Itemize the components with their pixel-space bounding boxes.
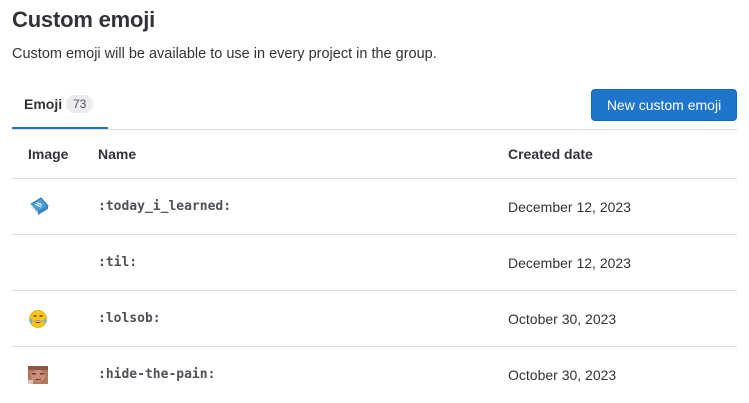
tab-emoji-label: Emoji <box>24 96 63 112</box>
new-custom-emoji-button[interactable]: New custom emoji <box>591 89 737 121</box>
table-row: :today_i_learned: December 12, 2023 <box>12 179 737 235</box>
emoji-table: Image Name Created date :today_i_learned… <box>12 130 737 402</box>
tab-emoji-count-badge: 73 <box>66 95 94 113</box>
table-row: :til: December 12, 2023 <box>12 235 737 291</box>
created-date: December 12, 2023 <box>508 198 631 215</box>
created-date: October 30, 2023 <box>508 366 617 383</box>
header-name: Name <box>98 146 137 162</box>
table-header-row: Image Name Created date <box>12 130 737 179</box>
emoji-name: :today_i_learned: <box>98 199 232 214</box>
page-title: Custom emoji <box>12 7 156 32</box>
face-photo-icon <box>28 365 48 384</box>
created-date: October 30, 2023 <box>508 310 617 327</box>
table-row: :lolsob: October 30, 2023 <box>12 291 737 347</box>
empty-image-cell <box>28 235 98 290</box>
created-date: December 12, 2023 <box>508 254 631 271</box>
emoji-name: :til: <box>98 255 138 270</box>
emoji-name: :hide-the-pain: <box>98 367 216 382</box>
header-created-date: Created date <box>508 146 593 162</box>
tab-emoji[interactable]: Emoji 73 <box>12 84 108 129</box>
header-image: Image <box>28 146 69 162</box>
table-row: :hide-the-pain: October 30, 2023 <box>12 347 737 402</box>
blue-book-icon <box>28 196 50 218</box>
custom-emoji-page: Custom emoji Custom emoji will be availa… <box>0 0 749 403</box>
page-description: Custom emoji will be available to use in… <box>12 46 437 62</box>
emoji-name: :lolsob: <box>98 311 161 326</box>
crying-laughing-face-icon <box>28 309 48 329</box>
